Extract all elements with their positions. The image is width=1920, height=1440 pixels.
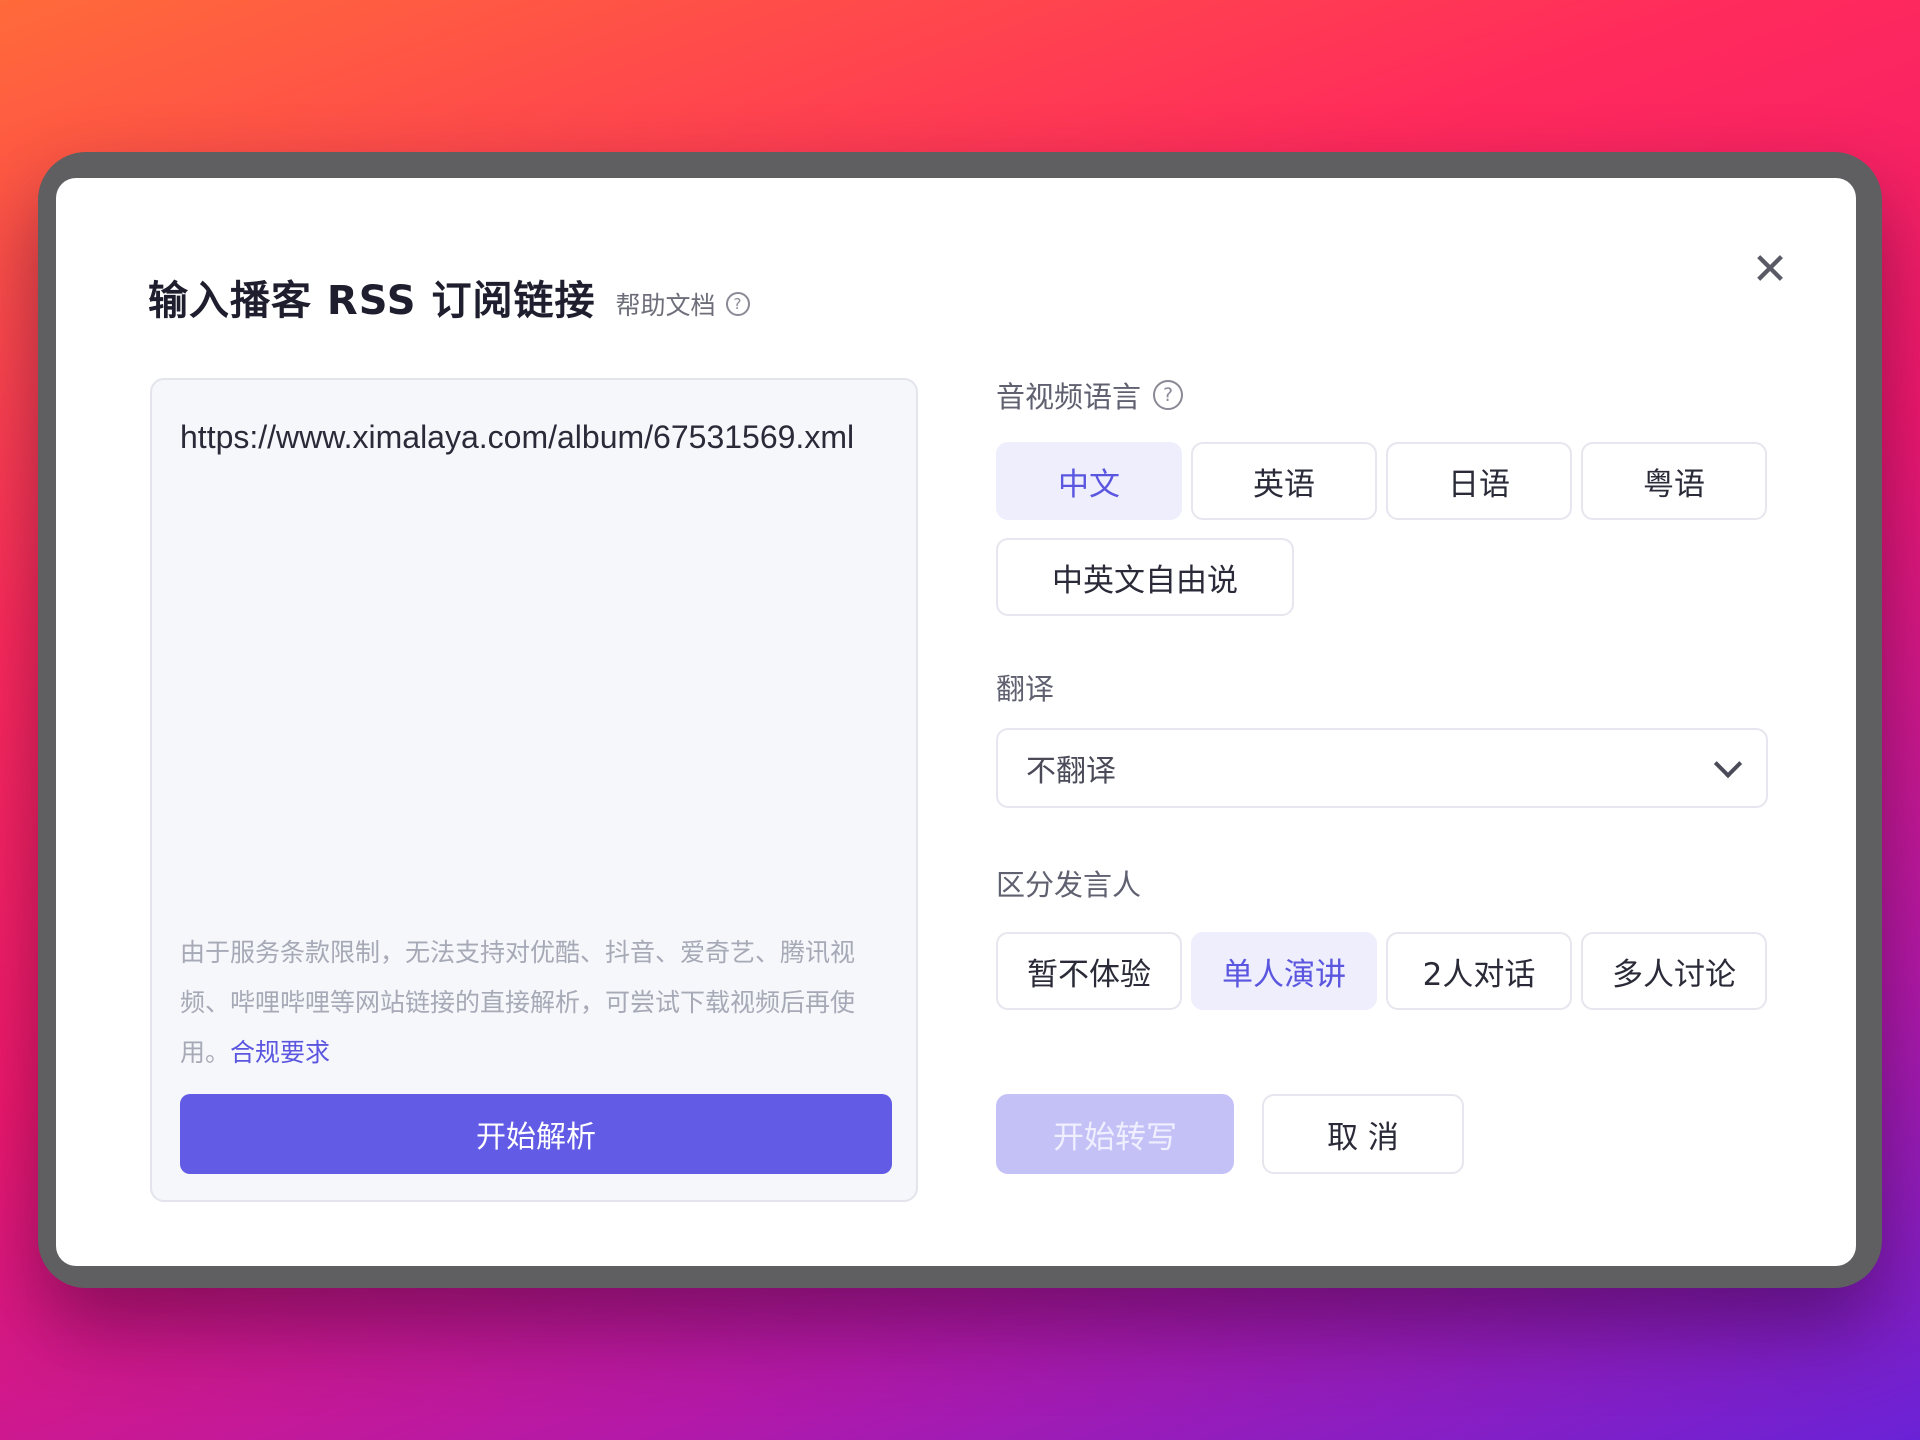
service-notice: 由于服务条款限制，无法支持对优酷、抖音、爱奇艺、腾讯视频、哔哩哔哩等网站链接的直… bbox=[180, 928, 892, 1078]
lang-option-yue[interactable]: 粤语 bbox=[1581, 442, 1767, 520]
dialog-header: 输入播客 RSS 订阅链接 帮助文档 ? bbox=[148, 268, 750, 326]
rss-dialog: 输入播客 RSS 订阅链接 帮助文档 ? ✕ https://www.ximal… bbox=[56, 178, 1856, 1266]
speaker-option-single[interactable]: 单人演讲 bbox=[1191, 932, 1377, 1010]
language-label: 音视频语言 bbox=[996, 380, 1142, 414]
help-docs-label: 帮助文档 bbox=[615, 291, 716, 320]
question-circle-icon: ? bbox=[725, 292, 750, 316]
chevron-down-icon bbox=[1713, 749, 1743, 779]
speaker-option-two[interactable]: 2人对话 bbox=[1386, 932, 1572, 1010]
lang-option-en[interactable]: 英语 bbox=[1191, 442, 1377, 520]
lang-option-ja[interactable]: 日语 bbox=[1386, 442, 1572, 520]
rss-url-input[interactable]: https://www.ximalaya.com/album/67531569.… bbox=[180, 410, 892, 464]
compliance-link[interactable]: 合规要求 bbox=[230, 1038, 330, 1067]
language-section-label: 音视频语言 ? bbox=[996, 374, 1184, 416]
lang-option-zh[interactable]: 中文 bbox=[996, 442, 1182, 520]
question-circle-icon[interactable]: ? bbox=[1153, 380, 1184, 410]
translation-select[interactable]: 不翻译 bbox=[996, 728, 1768, 808]
close-icon[interactable]: ✕ bbox=[1746, 246, 1794, 294]
dialog-title: 输入播客 RSS 订阅链接 bbox=[148, 278, 596, 324]
rss-input-panel: https://www.ximalaya.com/album/67531569.… bbox=[150, 378, 918, 1202]
help-docs-link[interactable]: 帮助文档 ? bbox=[615, 286, 750, 322]
translation-selected-value: 不翻译 bbox=[1026, 754, 1116, 789]
start-parse-button[interactable]: 开始解析 bbox=[180, 1094, 892, 1174]
translation-label: 翻译 bbox=[996, 672, 1055, 706]
lang-option-mixed[interactable]: 中英文自由说 bbox=[996, 538, 1294, 616]
speaker-label: 区分发言人 bbox=[996, 868, 1142, 902]
start-transcribe-button[interactable]: 开始转写 bbox=[996, 1094, 1234, 1174]
speaker-option-none[interactable]: 暂不体验 bbox=[996, 932, 1182, 1010]
cancel-button[interactable]: 取 消 bbox=[1262, 1094, 1464, 1174]
speaker-option-multi[interactable]: 多人讨论 bbox=[1581, 932, 1767, 1010]
